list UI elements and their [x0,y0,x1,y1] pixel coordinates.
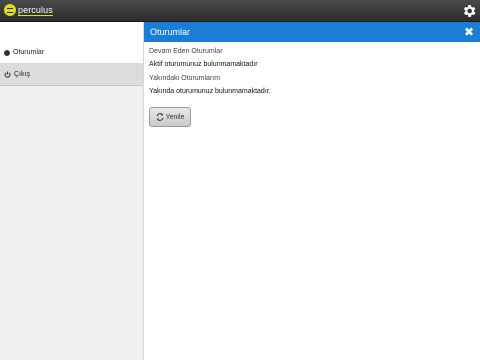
power-icon [4,71,11,78]
refresh-button-label: Yenile [165,113,185,121]
logo: perculus [4,4,53,16]
logo-text: perculus [18,5,53,16]
ongoing-sessions-value: Aktif oturumunuz bulunmamaktadır [149,61,258,68]
perculus-logo-icon [4,4,16,16]
upcoming-sessions-value: Yakında oturumunuz bulunmamaktadır. [149,88,271,95]
sidebar-item-label: Oturumlar [13,49,45,56]
gear-icon[interactable] [461,3,477,19]
page-title: Oturumlar [150,27,191,37]
close-icon[interactable]: ✖ [464,25,474,39]
sidebar: Oturumlar Çıkış [0,22,144,360]
refresh-icon [156,113,163,121]
upcoming-sessions-label: Yakındaki Oturumlarım [149,75,221,82]
panel-header: Oturumlar ✖ [144,22,480,42]
bullet-icon [4,49,10,56]
ongoing-sessions-label: Devam Eden Oturumlar [149,48,223,55]
sidebar-item-cikis[interactable]: Çıkış [0,64,143,86]
sidebar-item-label: Çıkış [14,71,30,78]
refresh-button[interactable]: Yenile [149,107,191,127]
sidebar-item-oturumlar[interactable]: Oturumlar [0,42,143,64]
top-bar: perculus [0,0,480,22]
sidebar-header-spacer [0,22,143,42]
main-content: Devam Eden Oturumlar Aktif oturumunuz bu… [144,42,480,360]
